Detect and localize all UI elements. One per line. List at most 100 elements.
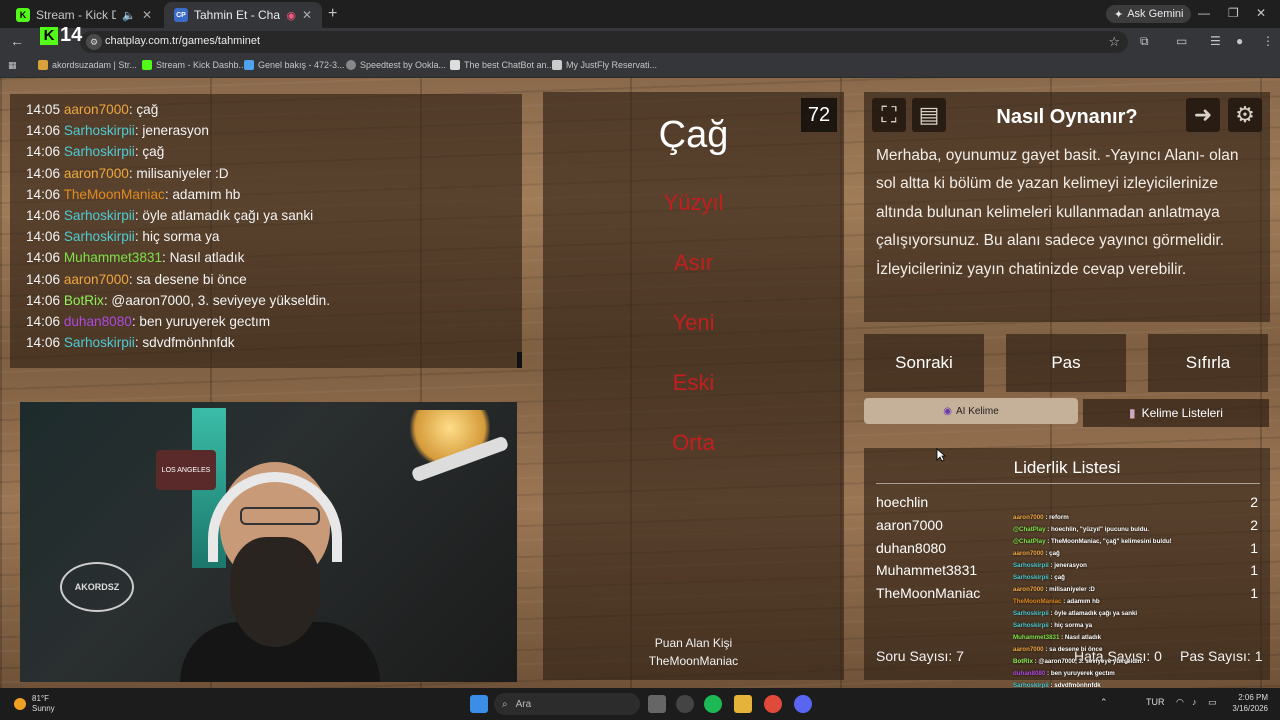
file-explorer-icon[interactable] (734, 695, 752, 713)
bookmark-item[interactable]: Stream - Kick Dashb... (142, 60, 246, 70)
wifi-icon[interactable]: ◠ (1176, 697, 1184, 708)
next-button[interactable]: Sonraki (864, 334, 984, 392)
wall-logo: AKORDSZ (60, 562, 134, 612)
close-tab-icon[interactable]: ✕ (142, 8, 152, 22)
kick-favicon-icon: K (16, 8, 30, 22)
chat-username[interactable]: Muhammet3831 (64, 250, 162, 265)
overlay-chat-username: Sarhoskirpii (1013, 610, 1049, 617)
reset-button[interactable]: Sıfırla (1148, 334, 1268, 392)
chat-username[interactable]: TheMoonManiac (64, 187, 165, 202)
kick-icon (142, 60, 152, 70)
overlay-chat-message: TheMoonManiac : adamım hb (1013, 596, 1178, 608)
battery-icon[interactable]: ▭ (1208, 697, 1217, 708)
menu-kebab-icon[interactable]: ⋮ (1262, 34, 1274, 48)
ai-word-button[interactable]: ◉ AI Kelime (864, 398, 1078, 424)
task-view-icon[interactable] (648, 695, 666, 713)
close-tab-icon[interactable]: ✕ (302, 8, 312, 22)
overlay-chat-text: : Nasıl atladık (1059, 634, 1102, 641)
chat-username[interactable]: aaron7000 (64, 102, 129, 117)
chat-timestamp: 14:06 (26, 186, 61, 202)
spotify-icon[interactable] (704, 695, 722, 713)
tab-chatplay[interactable]: CP Tahmin Et - ChatPlay ◉ ✕ (164, 2, 322, 28)
weather-widget[interactable]: 81°F Sunny (14, 694, 55, 714)
chat-username[interactable]: Sarhoskirpii (64, 229, 135, 244)
overlay-chat-username: aaron7000 (1013, 550, 1044, 557)
chat-username[interactable]: Sarhoskirpii (64, 208, 135, 223)
chrome-icon[interactable] (764, 695, 782, 713)
omnibox[interactable]: ⚙ chatplay.com.tr/games/tahminet ☆ (80, 31, 1128, 53)
chat-timestamp: 14:06 (26, 208, 61, 224)
taboo-word: Asır (673, 250, 714, 275)
back-arrow-icon[interactable]: ← (10, 33, 24, 49)
overlay-chat-text: : çağ (1048, 574, 1065, 581)
chat-scrollbar[interactable] (517, 352, 522, 368)
chat-username[interactable]: Sarhoskirpii (64, 144, 135, 159)
chat-username[interactable]: Sarhoskirpii (64, 123, 135, 138)
overlay-chat-message: aaron7000 : çağ (1013, 548, 1178, 560)
taskbar-clock[interactable]: 2:06 PM 3/16/2026 (1226, 692, 1268, 714)
obs-icon[interactable] (676, 695, 694, 713)
media-icon[interactable]: ☰ (1210, 34, 1221, 48)
volume-icon[interactable]: ♪ (1192, 697, 1197, 707)
chat-username[interactable]: aaron7000 (64, 166, 129, 181)
chat-timestamp: 14:06 (26, 123, 61, 139)
clock-date: 3/16/2026 (1232, 704, 1268, 713)
taskbar-search[interactable]: ⌕ Ara (494, 693, 640, 715)
chat-message: 14:05 aaron7000: çağ (26, 99, 506, 120)
extensions-icon[interactable]: ⧉ (1140, 34, 1149, 49)
overlay-chat-text: : ben yuruyerek gectım (1045, 670, 1115, 677)
chat-message: 14:06 Sarhoskirpii: çağ (26, 141, 506, 162)
overlay-chat-message: Sarhoskirpii : hiç sorma ya (1013, 620, 1178, 632)
discord-icon[interactable] (794, 695, 812, 713)
chat-username[interactable]: BotRix (64, 293, 104, 308)
bookmark-item[interactable]: Speedtest by Ookla... (346, 60, 446, 70)
tab-title: Tahmin Et - ChatPlay (194, 8, 281, 22)
bookmark-item[interactable]: Genel bakış - 472-3... (244, 60, 345, 70)
chat-username[interactable]: Sarhoskirpii (64, 335, 135, 350)
new-tab-button[interactable]: + (328, 5, 337, 23)
weather-temp: 81°F (32, 694, 49, 703)
pass-button[interactable]: Pas (1006, 334, 1126, 392)
start-windows-icon[interactable] (470, 695, 488, 713)
ask-gemini-button[interactable]: ✦ Ask Gemini (1106, 5, 1192, 23)
cast-icon[interactable]: ▭ (1176, 34, 1187, 48)
streamer (180, 462, 380, 682)
webcam-feed: LOS ANGELES AKORDSZ (20, 402, 517, 682)
chat-text: : ben yuruyerek gectım (131, 314, 271, 330)
record-icon: ◉ (286, 9, 296, 22)
overlay-chat-text: : sa desene bi önce (1043, 646, 1103, 653)
bookmark-item[interactable]: The best ChatBot an... (450, 60, 554, 70)
close-window-icon[interactable]: ✕ (1256, 6, 1266, 20)
leaderboard-row: hoechlin 2 (876, 494, 1258, 510)
site-info-icon[interactable]: ⚙ (86, 34, 102, 50)
restore-icon[interactable]: ❐ (1228, 6, 1239, 20)
chat-timestamp: 14:06 (26, 335, 61, 351)
exit-icon[interactable]: ➜ (1186, 98, 1220, 132)
bookmarks-bar: ▦ akordsuzadam | Str... Stream - Kick Da… (0, 56, 1280, 78)
chat-timestamp: 14:06 (26, 271, 61, 287)
overlay-chat-text: : çağ (1043, 550, 1060, 557)
chat-username[interactable]: duhan8080 (64, 314, 132, 329)
chat-message: 14:06 aaron7000: milisaniyeler :D (26, 163, 506, 184)
speaker-icon[interactable]: 🔈 (122, 9, 136, 22)
profile-avatar[interactable]: ● (1236, 34, 1243, 48)
tab-kick-dashboard[interactable]: K Stream - Kick Dashboard 🔈 ✕ (6, 2, 162, 28)
weather-text: 81°F Sunny (32, 694, 55, 714)
chat-username[interactable]: aaron7000 (64, 272, 129, 287)
language-indicator[interactable]: TUR (1146, 697, 1165, 707)
weather-desc: Sunny (32, 704, 55, 713)
apps-grid-icon[interactable]: ▦ (8, 60, 17, 71)
leaderboard-name: hoechlin (876, 494, 929, 510)
tray-chevron-icon[interactable]: ⌃ (1100, 697, 1108, 708)
word-lists-button[interactable]: ▮ Kelime Listeleri (1083, 399, 1269, 427)
leaderboard-score: 2 (1250, 494, 1258, 510)
bookmark-star-icon[interactable]: ☆ (1108, 34, 1120, 50)
chat-message: 14:06 aaron7000: sa desene bi önce (26, 269, 506, 290)
divider (876, 483, 1260, 484)
settings-gear-icon[interactable]: ⚙ (1228, 98, 1262, 132)
speedtest-icon (346, 60, 356, 70)
bookmark-item[interactable]: My JustFly Reservati... (552, 60, 657, 70)
bookmark-item[interactable]: akordsuzadam | Str... (38, 60, 137, 70)
minimize-icon[interactable]: — (1198, 6, 1210, 20)
word-card-panel: 72 Çağ Puan Alan Kişi TheMoonManiac Yüzy… (543, 92, 844, 680)
